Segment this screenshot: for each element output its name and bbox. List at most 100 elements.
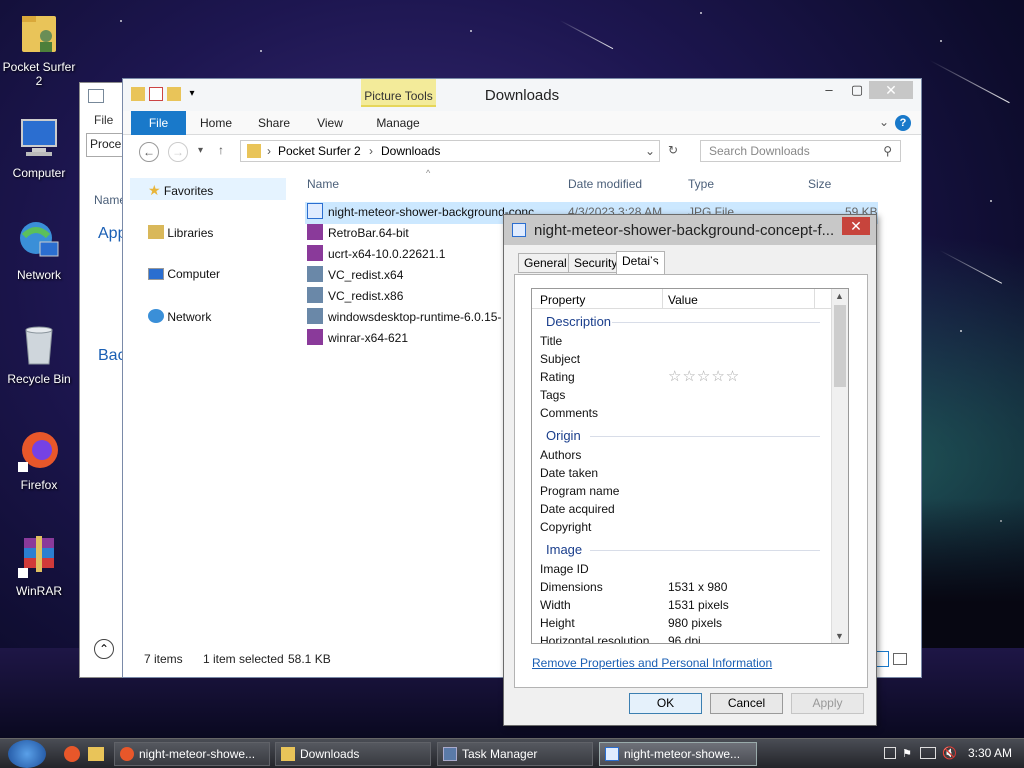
- maximize-button[interactable]: ▢: [843, 81, 871, 99]
- computer-icon: [16, 116, 62, 162]
- nav-computer[interactable]: Computer: [148, 267, 220, 281]
- taskbar-item-firefox[interactable]: night-meteor-showe...: [114, 742, 270, 766]
- search-input[interactable]: Search Downloads ⚲: [700, 140, 901, 162]
- file-row[interactable]: ucrt-x64-10.0.22621.1: [307, 244, 445, 264]
- close-button[interactable]: ✕: [869, 81, 913, 99]
- minimize-button[interactable]: –: [815, 81, 843, 99]
- address-bar[interactable]: › Pocket Surfer 2 › Downloads ⌄: [240, 140, 660, 162]
- fewer-details-icon[interactable]: ⌃: [94, 639, 114, 659]
- address-dropdown-icon[interactable]: ⌄: [645, 144, 655, 158]
- property-tags[interactable]: Tags: [540, 388, 565, 402]
- tray-icon[interactable]: [884, 747, 896, 759]
- forward-button[interactable]: →: [168, 142, 188, 162]
- recent-locations-icon[interactable]: ▾: [198, 145, 203, 156]
- scrollbar-thumb[interactable]: [834, 305, 846, 387]
- ok-button[interactable]: OK: [629, 693, 702, 714]
- tab-file[interactable]: File: [131, 111, 186, 135]
- refresh-icon[interactable]: ↻: [668, 143, 678, 157]
- explorer-icon[interactable]: [88, 747, 104, 761]
- desktop-icon-firefox[interactable]: Firefox: [2, 428, 76, 492]
- header-property[interactable]: Property: [540, 293, 585, 307]
- breadcrumb-downloads[interactable]: Downloads: [381, 144, 440, 158]
- flag-icon[interactable]: ⚑: [902, 747, 912, 760]
- tab-home[interactable]: Home: [193, 111, 239, 135]
- value-horizontal-resolution: 96 dpi: [668, 634, 701, 644]
- network-tray-icon[interactable]: [920, 747, 936, 759]
- tab-view[interactable]: View: [307, 111, 353, 135]
- bg-file-tab[interactable]: File: [94, 113, 113, 127]
- remove-properties-link[interactable]: Remove Properties and Personal Informati…: [532, 656, 772, 670]
- ribbon-expand-icon[interactable]: ⌄: [879, 115, 889, 129]
- property-list[interactable]: Property Value Description Title Subject…: [531, 288, 849, 644]
- file-row[interactable]: VC_redist.x64: [307, 265, 403, 285]
- scroll-up-icon[interactable]: ▲: [835, 291, 844, 301]
- details-view-icon[interactable]: [875, 651, 889, 667]
- file-row[interactable]: RetroBar.64-bit: [307, 223, 409, 243]
- property-copyright[interactable]: Copyright: [540, 520, 591, 534]
- volume-muted-icon[interactable]: 🔇: [942, 746, 957, 760]
- bg-processes-tab[interactable]: Proce: [86, 133, 126, 157]
- start-button[interactable]: [8, 740, 46, 768]
- firefox-icon[interactable]: [64, 746, 80, 762]
- scroll-down-icon[interactable]: ▼: [835, 631, 844, 641]
- dialog-close-button[interactable]: ✕: [842, 217, 870, 235]
- status-size: 58.1 KB: [288, 652, 331, 666]
- desktop-icon-network[interactable]: Network: [2, 218, 76, 282]
- task-manager-window[interactable]: File Proce Name App Bac ⌃: [79, 82, 126, 678]
- property-image-id[interactable]: Image ID: [540, 562, 589, 576]
- property-height[interactable]: Height: [540, 616, 575, 630]
- vertical-scrollbar[interactable]: ▲ ▼: [831, 289, 848, 643]
- desktop-icon-recycle-bin[interactable]: Recycle Bin: [2, 322, 76, 386]
- desktop-icon-computer[interactable]: Computer: [2, 116, 76, 180]
- property-width[interactable]: Width: [540, 598, 571, 612]
- property-date-taken[interactable]: Date taken: [540, 466, 598, 480]
- property-title[interactable]: Title: [540, 334, 562, 348]
- property-date-acquired[interactable]: Date acquired: [540, 502, 615, 516]
- computer-icon: [148, 268, 164, 280]
- firefox-icon: [120, 747, 134, 761]
- property-dimensions[interactable]: Dimensions: [540, 580, 603, 594]
- window-title: Downloads: [484, 87, 560, 104]
- dialog-titlebar[interactable]: night-meteor-shower-background-concept-f…: [504, 215, 876, 245]
- desktop-icon-winrar[interactable]: WinRAR: [2, 534, 76, 598]
- property-comments[interactable]: Comments: [540, 406, 598, 420]
- column-size[interactable]: Size: [808, 177, 831, 191]
- help-icon[interactable]: ?: [895, 115, 911, 131]
- column-date-modified[interactable]: Date modified: [568, 177, 642, 191]
- nav-network[interactable]: Network: [148, 309, 211, 324]
- rating-stars[interactable]: ☆☆☆☆☆: [668, 367, 740, 385]
- file-row[interactable]: VC_redist.x86: [307, 286, 403, 306]
- tab-manage[interactable]: Manage: [368, 111, 428, 135]
- value-dimensions: 1531 x 980: [668, 580, 728, 594]
- property-horizontal-resolution[interactable]: Horizontal resolution: [540, 634, 649, 643]
- taskbar-item-task-manager[interactable]: Task Manager: [437, 742, 593, 766]
- header-value[interactable]: Value: [668, 293, 698, 307]
- desktop-icon-label: Firefox: [20, 478, 58, 492]
- cancel-button[interactable]: Cancel: [710, 693, 783, 714]
- file-row[interactable]: night-meteor-shower-background-conc: [307, 202, 534, 222]
- property-program-name[interactable]: Program name: [540, 484, 619, 498]
- nav-libraries[interactable]: Libraries: [148, 225, 213, 240]
- section-divider: [590, 436, 820, 437]
- property-authors[interactable]: Authors: [540, 448, 581, 462]
- breadcrumb-pocket-surfer[interactable]: Pocket Surfer 2: [278, 144, 361, 158]
- clock[interactable]: 3:30 AM: [968, 746, 1012, 760]
- explorer-titlebar[interactable]: ▾ Picture Tools Downloads – ▢ ✕: [123, 79, 921, 111]
- tab-general[interactable]: General: [518, 253, 573, 273]
- file-row[interactable]: windowsdesktop-runtime-6.0.15-: [307, 307, 501, 327]
- recycle-bin-icon: [16, 322, 62, 368]
- up-button[interactable]: ↑: [218, 143, 224, 157]
- back-button[interactable]: ←: [139, 142, 159, 162]
- large-icons-view-icon[interactable]: [893, 653, 907, 665]
- desktop-icon-pocket-surfer[interactable]: Pocket Surfer 2: [2, 10, 76, 88]
- taskbar-item-downloads[interactable]: Downloads: [275, 742, 431, 766]
- property-subject[interactable]: Subject: [540, 352, 580, 366]
- property-rating[interactable]: Rating: [540, 370, 575, 384]
- taskbar-item-properties[interactable]: night-meteor-showe...: [599, 742, 757, 766]
- file-row[interactable]: winrar-x64-621: [307, 328, 408, 348]
- nav-favorites[interactable]: ★ Favorites: [148, 182, 213, 199]
- apply-button[interactable]: Apply: [791, 693, 864, 714]
- tab-share[interactable]: Share: [251, 111, 297, 135]
- column-name[interactable]: Name: [307, 177, 339, 191]
- column-type[interactable]: Type: [688, 177, 714, 191]
